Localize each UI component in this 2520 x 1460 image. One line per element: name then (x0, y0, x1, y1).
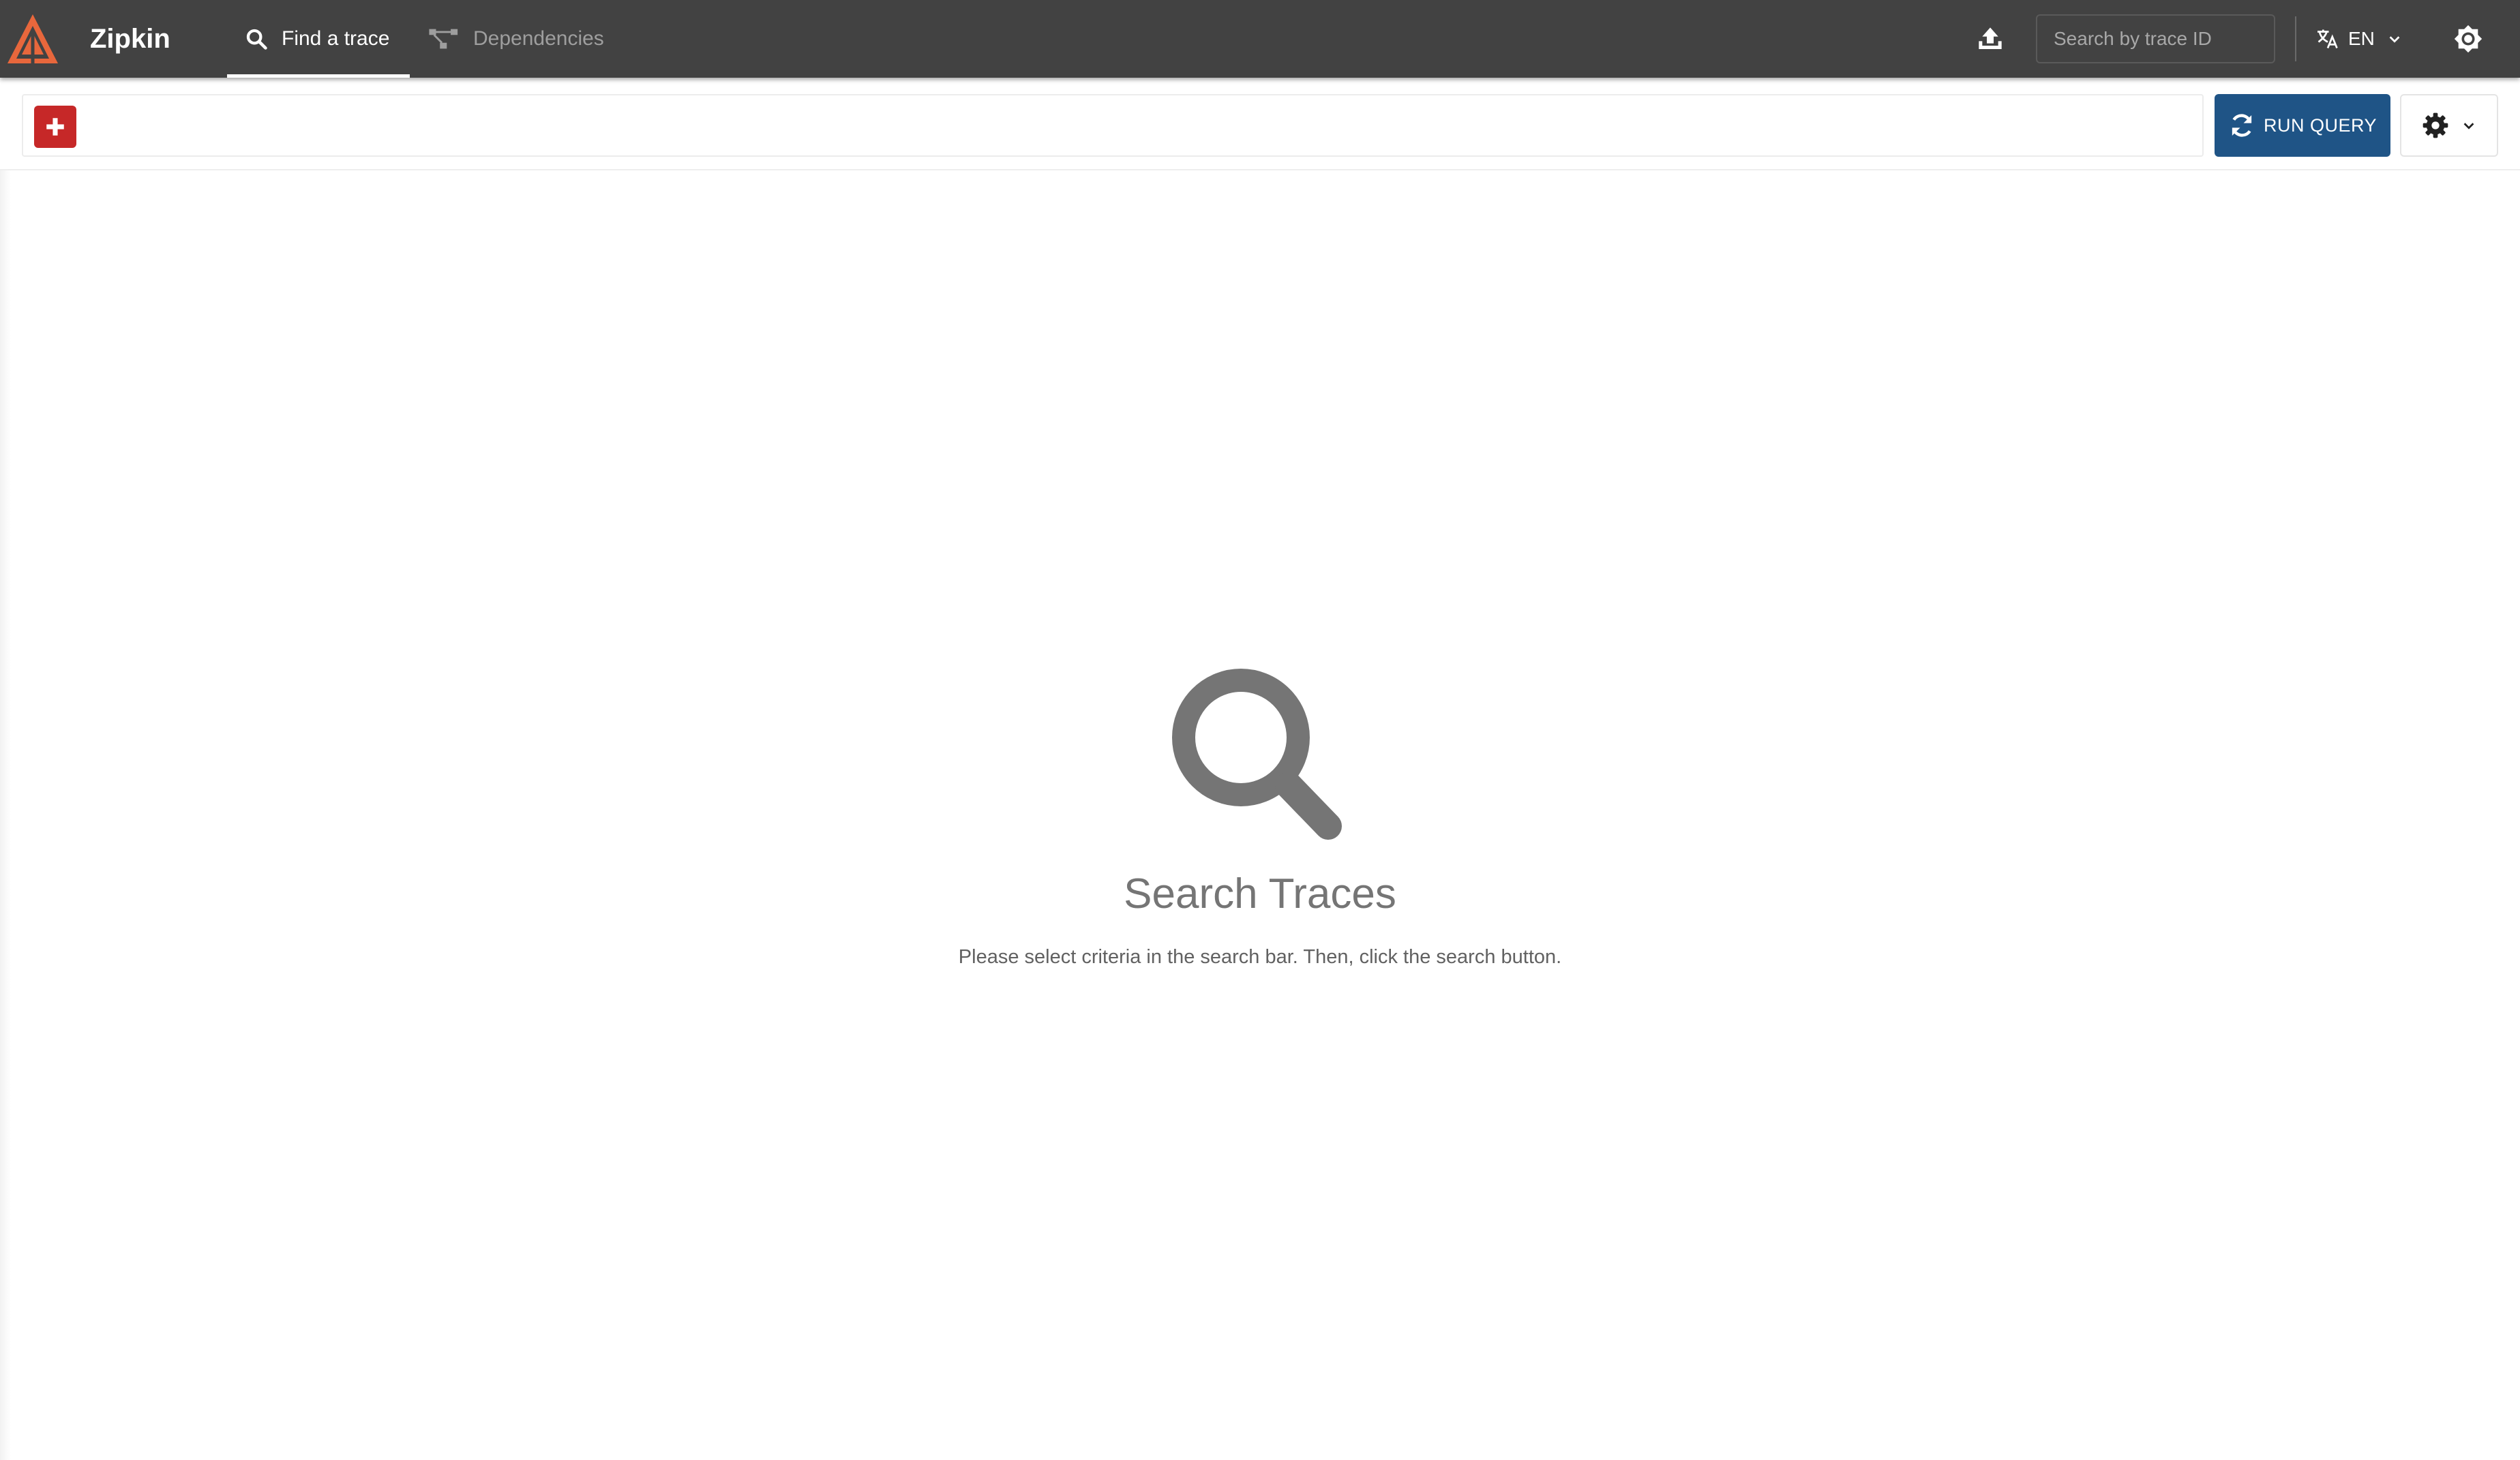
add-criteria-button[interactable] (34, 106, 76, 148)
header-divider (2295, 16, 2296, 61)
trace-id-search-input[interactable] (2036, 14, 2275, 63)
language-label: EN (2348, 28, 2375, 49)
empty-state-description: Please select criteria in the search bar… (958, 946, 1562, 968)
chevron-down-icon (2463, 123, 2474, 130)
tab-dependencies[interactable]: Dependencies (428, 0, 612, 78)
active-tab-indicator (227, 74, 410, 78)
upload-button[interactable] (1970, 18, 2010, 59)
tab-label: Dependencies (473, 27, 604, 50)
run-query-button[interactable]: RUN QUERY (2215, 94, 2390, 157)
brightness-icon (2454, 25, 2482, 53)
search-icon (1172, 669, 1342, 840)
search-criteria-bar[interactable] (22, 94, 2204, 157)
toolbar-divider (0, 169, 2520, 170)
drawer-edge-shadow (0, 170, 11, 1460)
tab-find-a-trace[interactable]: Find a trace (227, 0, 410, 78)
app-title[interactable]: Zipkin (90, 0, 170, 78)
zipkin-logo[interactable] (5, 12, 60, 65)
run-query-label: RUN QUERY (2263, 115, 2378, 136)
chevron-down-icon (2389, 36, 2400, 43)
query-settings-button[interactable] (2400, 94, 2498, 157)
theme-toggle-button[interactable] (2448, 18, 2489, 59)
tab-label: Find a trace (282, 27, 390, 50)
language-selector[interactable]: EN (2315, 18, 2402, 59)
search-icon (246, 29, 267, 50)
translate-icon (2318, 29, 2338, 49)
app-bar: Zipkin Find a trace Dependencies Search … (0, 0, 2520, 78)
upload-icon (1979, 27, 2002, 49)
refresh-icon (2232, 114, 2252, 137)
gear-icon (2422, 112, 2448, 138)
dependencies-icon (429, 29, 458, 49)
plus-icon (46, 118, 64, 136)
empty-state-title: Search Traces (1124, 870, 1396, 917)
